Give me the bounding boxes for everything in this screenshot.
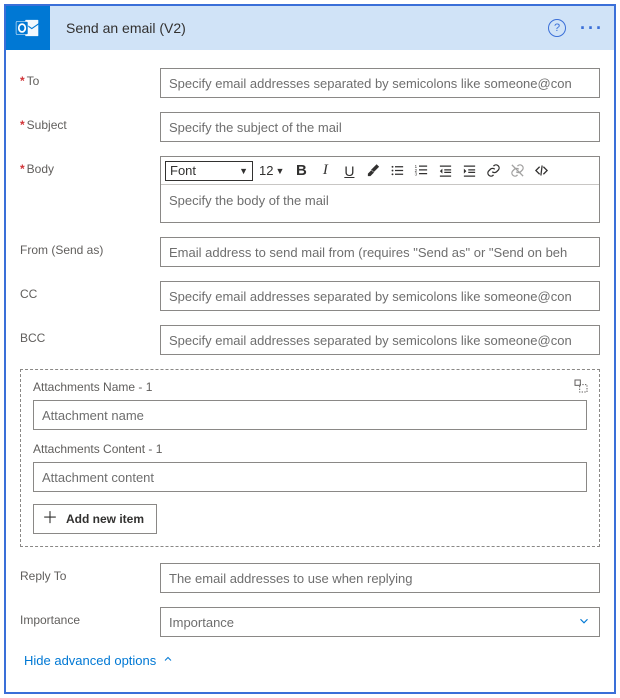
add-new-item-label: Add new item: [66, 512, 144, 526]
add-new-item-button[interactable]: ＋ Add new item: [33, 504, 157, 534]
replyto-input[interactable]: [160, 563, 600, 593]
body-input-area[interactable]: Specify the body of the mail: [161, 185, 599, 222]
header-actions: ? ···: [548, 19, 604, 37]
chevron-down-icon: ▼: [275, 166, 284, 176]
font-size-picker[interactable]: 12 ▼: [255, 161, 288, 181]
row-body: Body Font ▼ 12 ▼ B I U: [20, 156, 600, 223]
bcc-input[interactable]: [160, 325, 600, 355]
chevron-up-icon: [162, 653, 174, 668]
attachment-content-label: Attachments Content - 1: [33, 442, 587, 456]
from-input[interactable]: [160, 237, 600, 267]
svg-text:3: 3: [415, 172, 418, 177]
plus-icon: ＋: [42, 511, 58, 527]
cc-input[interactable]: [160, 281, 600, 311]
attachment-content-input[interactable]: [33, 462, 587, 492]
subject-input[interactable]: [160, 112, 600, 142]
label-from: From (Send as): [20, 237, 160, 257]
toggle-advanced-link[interactable]: Hide advanced options: [20, 645, 178, 682]
italic-button[interactable]: I: [314, 160, 336, 182]
importance-placeholder: Importance: [169, 615, 234, 630]
font-picker[interactable]: Font ▼: [165, 161, 253, 181]
unlink-button[interactable]: [506, 160, 528, 182]
importance-select[interactable]: Importance: [160, 607, 600, 637]
font-picker-label: Font: [170, 163, 196, 178]
outdent-button[interactable]: [434, 160, 456, 182]
row-cc: CC: [20, 281, 600, 311]
bullet-list-button[interactable]: [386, 160, 408, 182]
row-replyto: Reply To: [20, 563, 600, 593]
bold-button[interactable]: B: [290, 160, 312, 182]
label-subject: Subject: [20, 112, 160, 132]
chevron-down-icon: ▼: [239, 166, 248, 176]
toggle-advanced-label: Hide advanced options: [24, 653, 156, 668]
link-button[interactable]: [482, 160, 504, 182]
label-cc: CC: [20, 281, 160, 301]
row-from: From (Send as): [20, 237, 600, 267]
indent-button[interactable]: [458, 160, 480, 182]
help-icon[interactable]: ?: [548, 19, 566, 37]
label-to: To: [20, 68, 160, 88]
row-subject: Subject: [20, 112, 600, 142]
label-replyto: Reply To: [20, 563, 160, 583]
number-list-button[interactable]: 123: [410, 160, 432, 182]
to-input[interactable]: [160, 68, 600, 98]
attachments-group: Attachments Name - 1 Attachments Content…: [20, 369, 600, 547]
row-to: To: [20, 68, 600, 98]
action-card: Send an email (V2) ? ··· To Subject Body…: [4, 4, 616, 694]
chevron-down-icon: [577, 614, 591, 631]
code-view-button[interactable]: [530, 160, 552, 182]
attachment-name-input[interactable]: [33, 400, 587, 430]
highlight-button[interactable]: [362, 160, 384, 182]
underline-button[interactable]: U: [338, 160, 360, 182]
rich-text-editor: Font ▼ 12 ▼ B I U: [160, 156, 600, 223]
label-importance: Importance: [20, 607, 160, 627]
label-bcc: BCC: [20, 325, 160, 345]
more-icon[interactable]: ···: [580, 19, 604, 37]
label-body: Body: [20, 156, 160, 176]
card-title: Send an email (V2): [66, 20, 548, 36]
attachment-name-label: Attachments Name - 1: [33, 380, 587, 394]
card-header: Send an email (V2) ? ···: [6, 6, 614, 50]
outlook-icon: [6, 6, 50, 50]
row-bcc: BCC: [20, 325, 600, 355]
card-body: To Subject Body Font ▼ 12 ▼: [6, 50, 614, 692]
switch-array-icon[interactable]: [573, 378, 589, 397]
editor-toolbar: Font ▼ 12 ▼ B I U: [161, 157, 599, 185]
outlook-glyph: [15, 15, 41, 41]
font-size-label: 12: [259, 163, 273, 178]
row-importance: Importance Importance: [20, 607, 600, 637]
